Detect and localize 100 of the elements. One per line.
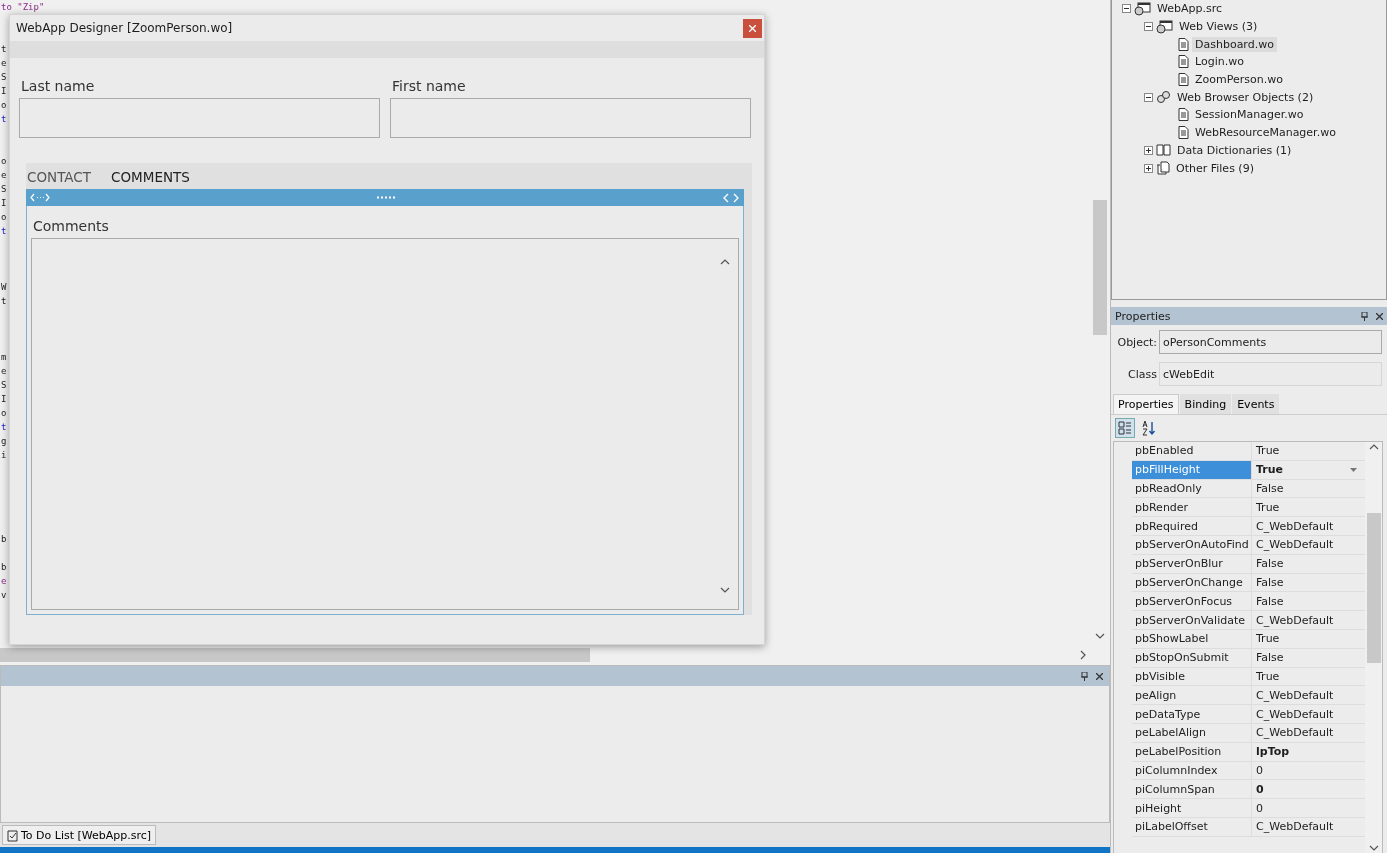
close-button[interactable]: [743, 18, 762, 38]
expand-icon[interactable]: [1144, 145, 1153, 155]
input-field[interactable]: [19, 98, 380, 138]
close-icon[interactable]: [1376, 312, 1383, 320]
class-field[interactable]: cWebEdit: [1159, 362, 1382, 386]
tab[interactable]: Properties: [1113, 394, 1179, 414]
close-icon[interactable]: [1096, 672, 1103, 680]
property-value[interactable]: False: [1252, 648, 1365, 667]
tree-item[interactable]: Web Views (3): [1176, 19, 1261, 35]
tree-item[interactable]: Dashboard.wo: [1192, 36, 1277, 52]
scroll-right-icon[interactable]: [1078, 650, 1088, 660]
property-value[interactable]: C_WebDefault: [1252, 686, 1365, 705]
property-name[interactable]: pbShowLabel: [1132, 629, 1252, 648]
scroll-up-icon[interactable]: [720, 257, 730, 267]
code-text: e: [1, 366, 7, 376]
pin-icon[interactable]: [1361, 311, 1368, 321]
scroll-down-icon[interactable]: [1095, 631, 1105, 641]
property-name[interactable]: pbServerOnValidate: [1132, 611, 1252, 629]
property-name[interactable]: piColumnIndex: [1132, 761, 1252, 780]
property-value[interactable]: C_WebDefault: [1252, 817, 1365, 836]
object-field[interactable]: oPersonComments: [1159, 330, 1382, 354]
code-text: b: [1, 562, 7, 572]
property-value[interactable]: False: [1252, 592, 1365, 611]
collapse-icon[interactable]: [1144, 22, 1153, 32]
tree-item[interactable]: WebResourceManager.wo: [1192, 125, 1339, 141]
scrollbar-thumb[interactable]: [0, 648, 590, 662]
tree-item[interactable]: Web Browser Objects (2): [1174, 89, 1317, 105]
property-name[interactable]: pbServerOnFocus: [1132, 592, 1252, 611]
dropdown-caret-icon[interactable]: [1350, 467, 1357, 472]
collapse-icon[interactable]: [1144, 92, 1153, 102]
property-name[interactable]: pbEnabled: [1132, 442, 1252, 460]
property-name[interactable]: pbServerOnAutoFind: [1132, 536, 1252, 554]
tree-item[interactable]: Login.wo: [1192, 54, 1247, 70]
property-value[interactable]: C_WebDefault: [1252, 517, 1365, 535]
property-name[interactable]: pbRender: [1132, 498, 1252, 517]
code-text: to "Zip": [1, 2, 45, 12]
property-name[interactable]: peAlign: [1132, 686, 1252, 705]
resize-arrows-icon[interactable]: [30, 193, 50, 202]
tab[interactable]: COMMENTS: [111, 169, 190, 185]
scroll-down-icon[interactable]: [720, 585, 730, 595]
document-icon: [1178, 126, 1189, 140]
tab[interactable]: CONTACT: [27, 169, 92, 185]
document-icon: [1178, 108, 1189, 122]
code-text: S: [1, 380, 7, 390]
property-name[interactable]: piHeight: [1132, 799, 1252, 817]
document-icon: [1178, 73, 1189, 87]
code-text: I: [1, 198, 7, 208]
property-value[interactable]: False: [1252, 573, 1365, 592]
window-globe-icon: [1134, 1, 1151, 16]
code-text: g: [1, 436, 7, 446]
property-value[interactable]: True: [1252, 460, 1365, 479]
field-label: Last name: [20, 78, 96, 94]
property-value[interactable]: True: [1252, 498, 1365, 517]
scroll-up-icon[interactable]: [1368, 442, 1379, 452]
property-value[interactable]: False: [1252, 554, 1365, 573]
code-text: I: [1, 394, 7, 404]
property-name[interactable]: peLabelAlign: [1132, 723, 1252, 742]
tab[interactable]: Events: [1232, 394, 1280, 414]
property-name[interactable]: peDataType: [1132, 705, 1252, 723]
tree-item[interactable]: SessionManager.wo: [1192, 107, 1307, 123]
property-name[interactable]: piLabelOffset: [1132, 817, 1252, 836]
panel-tab[interactable]: To Do List [WebApp.src]: [2, 825, 157, 845]
scrollbar-thumb[interactable]: [1093, 200, 1107, 335]
collapse-icon[interactable]: [1122, 4, 1131, 14]
property-value[interactable]: C_WebDefault: [1252, 611, 1365, 629]
code-text: I: [1, 86, 7, 96]
property-value[interactable]: 0: [1252, 761, 1365, 780]
property-value[interactable]: 0: [1252, 780, 1365, 799]
pin-icon[interactable]: [1081, 671, 1088, 681]
property-value[interactable]: lpTop: [1252, 742, 1365, 761]
tree-item[interactable]: ZoomPerson.wo: [1192, 72, 1286, 88]
tree-item[interactable]: WebApp.src: [1154, 1, 1226, 17]
tree-item[interactable]: Data Dictionaries (1): [1174, 142, 1295, 158]
property-name[interactable]: pbRequired: [1132, 517, 1252, 535]
property-value[interactable]: True: [1252, 629, 1365, 648]
property-name[interactable]: pbServerOnBlur: [1132, 554, 1252, 573]
property-name[interactable]: pbReadOnly: [1132, 479, 1252, 498]
property-value[interactable]: True: [1252, 442, 1365, 460]
property-value[interactable]: C_WebDefault: [1252, 723, 1365, 742]
code-text: e: [1, 576, 7, 586]
property-value[interactable]: C_WebDefault: [1252, 536, 1365, 554]
code-text: t: [1, 114, 7, 124]
tab[interactable]: Binding: [1179, 394, 1232, 414]
property-name[interactable]: peLabelPosition: [1132, 742, 1252, 761]
property-name[interactable]: pbStopOnSubmit: [1132, 648, 1252, 667]
property-name[interactable]: piColumnSpan: [1132, 780, 1252, 799]
code-brackets-icon[interactable]: [722, 192, 740, 203]
property-name[interactable]: pbServerOnChange: [1132, 573, 1252, 592]
code-text: o: [1, 100, 7, 110]
expand-icon[interactable]: [1144, 163, 1153, 173]
drag-handle-icon[interactable]: [376, 196, 396, 199]
property-value[interactable]: True: [1252, 667, 1365, 686]
property-value[interactable]: 0: [1252, 799, 1365, 817]
property-value[interactable]: C_WebDefault: [1252, 705, 1365, 723]
tree-item[interactable]: Other Files (9): [1173, 160, 1257, 176]
scrollbar-thumb[interactable]: [1366, 512, 1381, 663]
property-value[interactable]: False: [1252, 479, 1365, 498]
scroll-down-icon[interactable]: [1368, 843, 1379, 853]
property-name[interactable]: pbVisible: [1132, 667, 1252, 686]
input-field[interactable]: [390, 98, 751, 138]
